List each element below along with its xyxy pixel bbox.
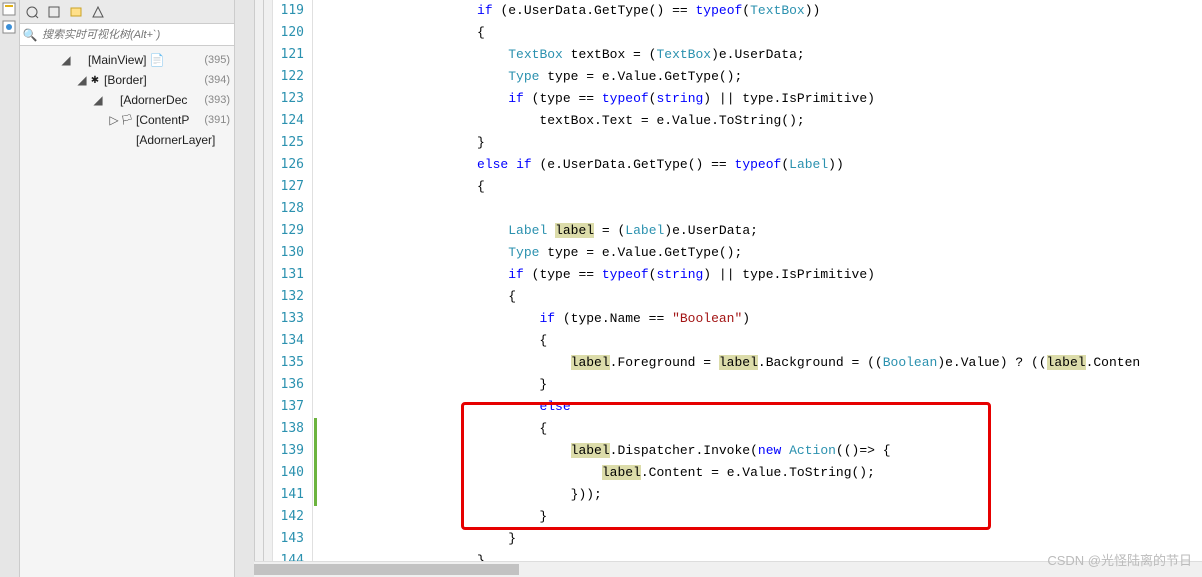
- expand-icon[interactable]: ▷: [108, 113, 120, 127]
- search-row: 🔍: [20, 24, 234, 46]
- node-count: (391): [204, 114, 230, 126]
- node-label: [ContentP: [136, 113, 189, 127]
- node-icon: 🏳: [120, 115, 134, 126]
- tree-item[interactable]: ▷🏳[ContentP (391): [20, 110, 234, 130]
- node-count: (393): [204, 94, 230, 106]
- panel-toolbar: [20, 0, 234, 24]
- tree-item[interactable]: [AdornerLayer]: [20, 130, 234, 150]
- code-content[interactable]: if (e.UserData.GetType() == typeof(TextB…: [319, 0, 1202, 577]
- node-count: (394): [204, 74, 230, 86]
- node-label: [AdornerDec: [120, 93, 187, 107]
- scrollbar-thumb[interactable]: [254, 564, 519, 575]
- far-left-gutter: [0, 0, 20, 577]
- search-icon: 🔍: [20, 28, 40, 42]
- node-icon: ✱: [88, 75, 102, 86]
- line-numbers: 119 120 121 122 123 124 125 126 127 128 …: [273, 0, 313, 577]
- gutter-icon-2[interactable]: [2, 20, 18, 36]
- node-label: [MainView] 📄: [88, 53, 165, 67]
- toolbar-btn-3[interactable]: [66, 3, 86, 21]
- toolbar-btn-1[interactable]: [22, 3, 42, 21]
- fold-gutter: [255, 0, 273, 577]
- annotation-box: [461, 402, 991, 530]
- tree-item[interactable]: ◢ [AdornerDec (393): [20, 90, 234, 110]
- visual-tree-panel: 🔍 ◢[MainView] 📄(395)◢✱[Border](394)◢[Ado…: [20, 0, 235, 577]
- node-count: (395): [204, 54, 230, 66]
- visual-tree: ◢[MainView] 📄(395)◢✱[Border](394)◢[Adorn…: [20, 46, 234, 154]
- toolbar-btn-2[interactable]: [44, 3, 64, 21]
- expand-icon[interactable]: ◢: [76, 73, 88, 87]
- tree-item[interactable]: ◢✱[Border] (394): [20, 70, 234, 90]
- expand-icon[interactable]: ◢: [92, 93, 104, 107]
- panel-splitter[interactable]: [235, 0, 255, 577]
- expand-icon[interactable]: ◢: [60, 53, 72, 67]
- toolbar-btn-4[interactable]: [88, 3, 108, 21]
- code-editor[interactable]: 119 120 121 122 123 124 125 126 127 128 …: [255, 0, 1202, 577]
- search-input[interactable]: [40, 27, 234, 43]
- node-label: [AdornerLayer]: [136, 133, 215, 147]
- gutter-icon-1[interactable]: [2, 2, 18, 18]
- node-label: [Border]: [104, 73, 147, 87]
- tree-item[interactable]: ◢ [MainView] 📄 (395): [20, 50, 234, 70]
- watermark: CSDN @光怪陆离的节日: [1047, 550, 1192, 569]
